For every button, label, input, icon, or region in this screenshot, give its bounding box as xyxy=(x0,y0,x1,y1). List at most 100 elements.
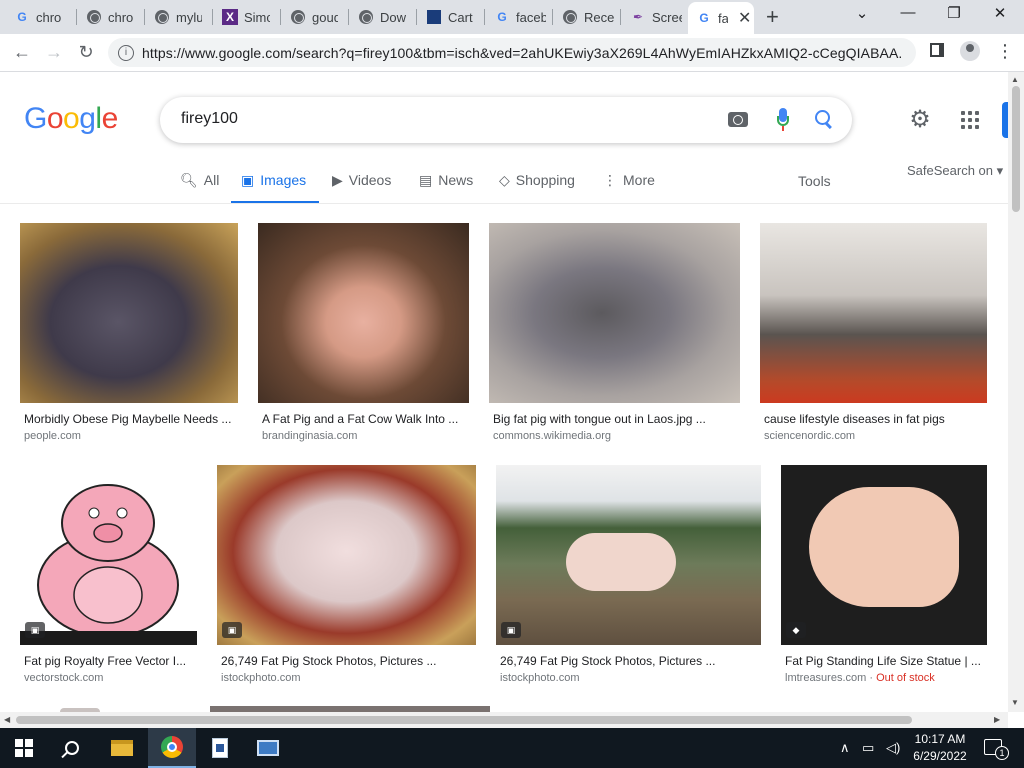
tab-more[interactable]: ⋮ More xyxy=(603,172,655,204)
result-title[interactable]: cause lifestyle diseases in fat pigs xyxy=(764,412,987,426)
scroll-left-icon[interactable]: ◀ xyxy=(4,715,10,724)
result-title[interactable]: Morbidly Obese Pig Maybelle Needs ... xyxy=(24,412,238,426)
volume-icon[interactable]: ◁) xyxy=(886,740,900,756)
result-title[interactable]: A Fat Pig and a Fat Cow Walk Into ... xyxy=(262,412,469,426)
gear-icon[interactable]: ⚙ xyxy=(908,108,932,132)
scroll-down-icon[interactable]: ▼ xyxy=(1011,698,1019,707)
clock-date[interactable]: 6/29/2022 xyxy=(910,749,970,763)
result-thumbnail[interactable] xyxy=(496,465,761,645)
result-thumbnail[interactable] xyxy=(20,465,197,645)
chrome-taskbar-button[interactable] xyxy=(148,728,196,768)
file-explorer-button[interactable] xyxy=(98,728,146,768)
image-result[interactable]: Big fat pig with tongue out in Laos.jpg … xyxy=(489,223,740,445)
result-source[interactable]: istockphoto.com xyxy=(500,672,579,684)
scroll-right-icon[interactable]: ▶ xyxy=(994,715,1000,724)
google-logo[interactable]: Google xyxy=(24,102,118,136)
clock-time[interactable]: 10:17 AM xyxy=(912,732,968,746)
logo-letter: G xyxy=(24,102,47,135)
image-result[interactable]: cause lifestyle diseases in fat pigs sci… xyxy=(760,223,987,445)
tab-search-button[interactable]: ⌄ xyxy=(842,4,882,22)
search-input[interactable]: firey100 xyxy=(181,110,238,128)
restore-button[interactable]: ❐ xyxy=(934,4,974,22)
back-button[interactable]: ← xyxy=(10,41,34,63)
image-result[interactable]: ▣ Fat pig Royalty Free Vector I... vecto… xyxy=(20,465,197,687)
scroll-up-icon[interactable]: ▲ xyxy=(1011,75,1019,84)
microphone-icon[interactable] xyxy=(777,108,789,132)
result-source[interactable]: vectorstock.com xyxy=(24,672,103,684)
browser-tab[interactable]: Cart xyxy=(418,0,484,34)
image-result[interactable]: ▣ 26,749 Fat Pig Stock Photos, Pictures … xyxy=(217,465,476,687)
taskbar-search-button[interactable] xyxy=(48,728,96,768)
close-tab-icon[interactable]: ✕ xyxy=(738,8,751,28)
horizontal-scroll-thumb[interactable] xyxy=(16,716,912,724)
search-icon xyxy=(65,741,79,755)
result-source[interactable]: brandinginasia.com xyxy=(262,430,357,442)
close-window-button[interactable]: ✕ xyxy=(980,4,1020,22)
tab-shopping[interactable]: ◇ Shopping xyxy=(499,172,575,204)
result-thumbnail[interactable] xyxy=(258,223,469,403)
start-button[interactable] xyxy=(0,728,48,768)
result-source[interactable]: istockphoto.com xyxy=(221,672,300,684)
result-title[interactable]: 26,749 Fat Pig Stock Photos, Pictures ..… xyxy=(221,654,476,668)
result-title[interactable]: Fat Pig Standing Life Size Statue | ... xyxy=(785,654,987,668)
remote-desktop-button[interactable] xyxy=(244,728,292,768)
apps-grid-icon[interactable] xyxy=(961,111,979,129)
browser-tab[interactable]: Recen xyxy=(554,0,620,34)
result-source[interactable]: lmtreasures.com · Out of stock xyxy=(785,672,935,684)
tag-badge-icon: ◆ xyxy=(786,622,806,638)
chevron-up-icon[interactable]: ∧ xyxy=(840,740,850,756)
image-result[interactable]: ◆ Fat Pig Standing Life Size Statue | ..… xyxy=(781,465,987,687)
chrome-menu-icon[interactable]: ⋮ xyxy=(996,41,1014,61)
minimize-button[interactable]: — xyxy=(888,4,928,21)
browser-tab-active[interactable]: G fa ✕ xyxy=(688,2,754,34)
safesearch-toggle[interactable]: SafeSearch on ▾ xyxy=(907,163,1003,179)
result-thumbnail[interactable] xyxy=(781,465,987,645)
vertical-scroll-thumb[interactable] xyxy=(1012,86,1020,212)
tab-title: Cart xyxy=(448,9,473,25)
result-thumbnail[interactable] xyxy=(20,223,238,403)
browser-tab[interactable]: ✒ Scree xyxy=(622,0,686,34)
image-result[interactable]: A Fat Pig and a Fat Cow Walk Into ... br… xyxy=(258,223,469,445)
tab-all[interactable]: 🔍︎ All xyxy=(180,172,219,204)
url-text[interactable]: https://www.google.com/search?q=firey100… xyxy=(142,45,902,61)
side-panel-icon[interactable] xyxy=(930,43,944,57)
tab-separator xyxy=(552,9,553,25)
new-tab-button[interactable]: + xyxy=(766,6,779,28)
tab-news[interactable]: ▤ News xyxy=(419,172,473,204)
tools-button[interactable]: Tools xyxy=(798,173,831,189)
network-icon[interactable]: ▭ xyxy=(862,740,874,756)
result-thumbnail[interactable] xyxy=(217,465,476,645)
reload-button[interactable]: ↻ xyxy=(74,41,98,63)
tab-label: News xyxy=(438,172,474,188)
result-thumbnail[interactable] xyxy=(489,223,740,403)
search-box[interactable]: firey100 xyxy=(160,97,852,143)
result-title[interactable]: Big fat pig with tongue out in Laos.jpg … xyxy=(493,412,740,426)
result-source[interactable]: people.com xyxy=(24,430,81,442)
document-app-button[interactable] xyxy=(196,728,244,768)
image-result[interactable]: ▣ 26,749 Fat Pig Stock Photos, Pictures … xyxy=(496,465,761,687)
search-icon[interactable] xyxy=(815,110,835,130)
site-info-icon[interactable]: i xyxy=(118,44,134,61)
browser-tab[interactable]: G chron xyxy=(6,0,74,34)
result-source[interactable]: sciencenordic.com xyxy=(764,430,855,442)
result-title[interactable]: 26,749 Fat Pig Stock Photos, Pictures ..… xyxy=(500,654,761,668)
browser-tab[interactable]: goud xyxy=(282,0,348,34)
result-title[interactable]: Fat pig Royalty Free Vector I... xyxy=(24,654,197,668)
camera-icon[interactable] xyxy=(728,112,748,127)
address-bar[interactable]: i https://www.google.com/search?q=firey1… xyxy=(108,38,916,67)
browser-tab[interactable]: Down xyxy=(350,0,416,34)
browser-tab[interactable]: G faceb xyxy=(486,0,552,34)
profile-avatar-icon[interactable] xyxy=(960,41,980,61)
tab-images[interactable]: ▣ Images xyxy=(231,172,319,204)
browser-tab[interactable]: X Simc xyxy=(214,0,280,34)
result-source[interactable]: commons.wikimedia.org xyxy=(493,430,611,442)
browser-tab[interactable]: myluc xyxy=(146,0,212,34)
browser-tab[interactable]: chron xyxy=(78,0,144,34)
tab-label: Shopping xyxy=(515,172,575,188)
horizontal-scrollbar[interactable]: ◀ ▶ xyxy=(0,712,1008,728)
forward-button[interactable]: → xyxy=(42,41,66,63)
vertical-scrollbar[interactable]: ▲ ▼ xyxy=(1008,72,1024,712)
tab-videos[interactable]: ▶ Videos xyxy=(332,172,391,204)
result-thumbnail[interactable] xyxy=(760,223,987,403)
image-result[interactable]: Morbidly Obese Pig Maybelle Needs ... pe… xyxy=(20,223,238,445)
